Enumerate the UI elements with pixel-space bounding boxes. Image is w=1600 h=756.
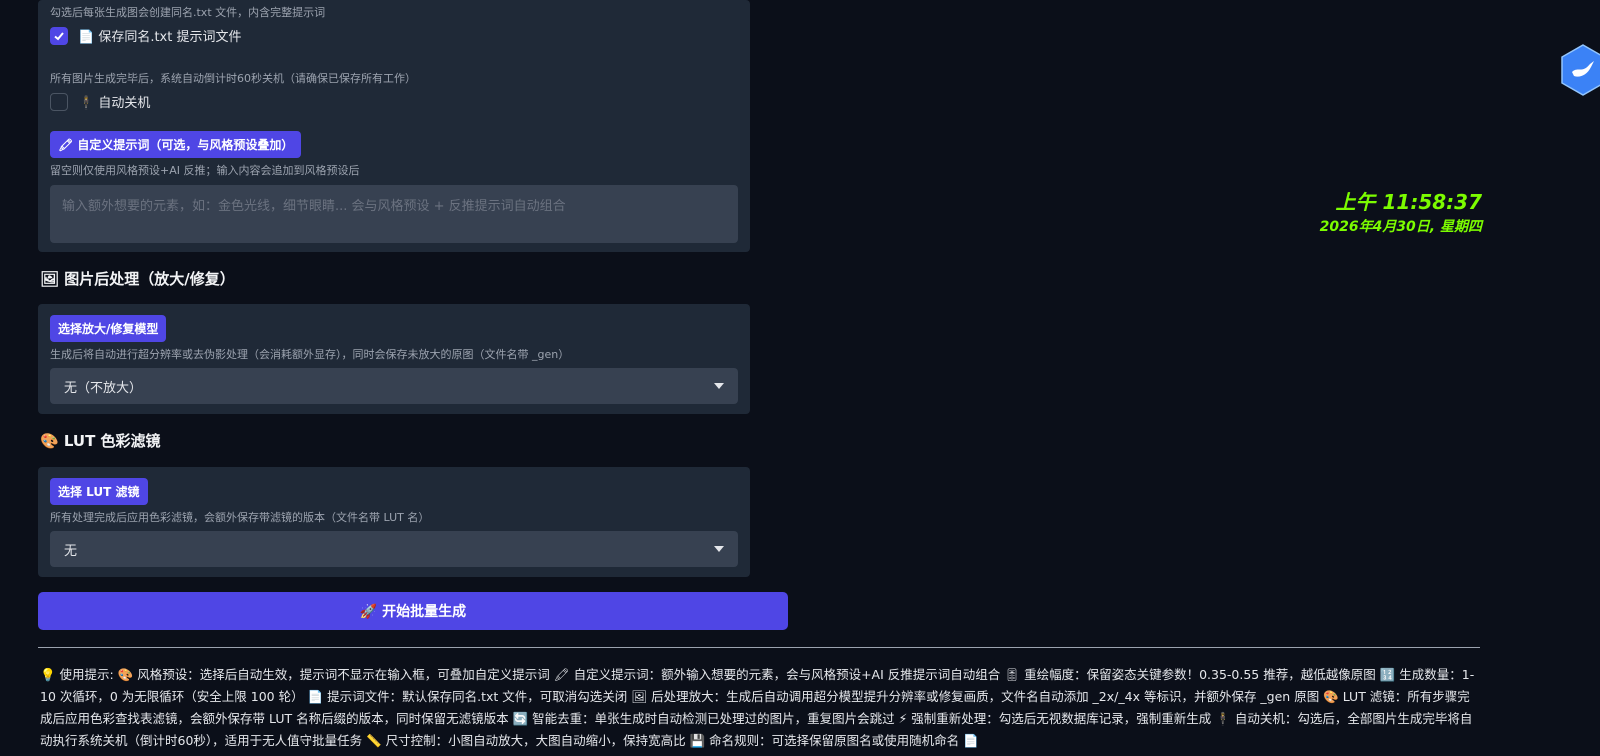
upscale-model-chip: 选择放大/修复模型 bbox=[50, 315, 167, 342]
lut-value: 无 bbox=[64, 543, 78, 559]
save-txt-option[interactable]: 📄 保存同名.txt 提示词文件 bbox=[50, 26, 241, 45]
check-icon bbox=[54, 31, 64, 40]
auto-shutdown-option[interactable]: 🕴 自动关机 bbox=[50, 92, 150, 111]
upscale-model-select[interactable]: 无（不放大） bbox=[50, 368, 738, 404]
txt-file-hint: 勾选后每张生成图会创建同名.txt 文件，内含完整提示词 bbox=[50, 6, 326, 19]
custom-prompt-placeholder: 输入额外想要的元素，如：金色光线，细节眼睛... 会与风格预设 + 反推提示词自… bbox=[62, 199, 566, 214]
custom-prompt-hint: 留空则仅使用风格预设+AI 反推；输入内容会追加到风格预设后 bbox=[50, 164, 360, 177]
bird-logo-icon[interactable] bbox=[1560, 44, 1600, 96]
hexagon-logo-shape bbox=[1561, 44, 1600, 96]
postprocess-panel: 选择放大/修复模型 生成后将自动进行超分辨率或去伪影处理（会消耗额外显存），同时… bbox=[38, 304, 750, 414]
auto-shutdown-checkbox[interactable] bbox=[50, 92, 68, 111]
custom-prompt-input[interactable]: 输入额外想要的元素，如：金色光线，细节眼睛... 会与风格预设 + 反推提示词自… bbox=[50, 185, 738, 243]
divider bbox=[38, 647, 1480, 648]
lut-title: 🎨 LUT 色彩滤镜 bbox=[40, 432, 161, 450]
auto-shutdown-label: 🕴 自动关机 bbox=[78, 96, 151, 111]
lut-hint: 所有处理完成后应用色彩滤镜，会额外保存带滤镜的版本（文件名带 LUT 名） bbox=[50, 511, 430, 524]
usage-tips: 💡 使用提示: 🎨 风格预设：选择后自动生效，提示词不显示在输入框，可叠加自定义… bbox=[40, 667, 1475, 748]
chevron-down-icon bbox=[714, 546, 724, 552]
options-panel: 勾选后每张生成图会创建同名.txt 文件，内含完整提示词 📄 保存同名.txt … bbox=[38, 0, 750, 252]
clock-time: 上午 11:58:37 bbox=[1335, 190, 1482, 214]
clock-widget: 上午 11:58:37 2026年4月30日, 星期四 bbox=[1320, 186, 1482, 236]
custom-prompt-chip: 🖍 自定义提示词（可选，与风格预设叠加） bbox=[50, 131, 302, 158]
postprocess-title: 🖼 图片后处理（放大/修复） bbox=[40, 270, 235, 288]
upscale-model-value: 无（不放大） bbox=[64, 380, 143, 396]
save-txt-label: 📄 保存同名.txt 提示词文件 bbox=[78, 30, 242, 45]
start-batch-label: 🚀 开始批量生成 bbox=[359, 604, 467, 620]
start-batch-button[interactable]: 🚀 开始批量生成 bbox=[38, 592, 788, 630]
chevron-down-icon bbox=[714, 383, 724, 389]
shutdown-hint: 所有图片生成完毕后，系统自动倒计时60秒关机（请确保已保存所有工作） bbox=[50, 72, 416, 85]
lut-select[interactable]: 无 bbox=[50, 531, 738, 567]
lut-chip: 选择 LUT 滤镜 bbox=[50, 478, 148, 505]
clock-date: 2026年4月30日, 星期四 bbox=[1319, 219, 1482, 235]
upscale-hint: 生成后将自动进行超分辨率或去伪影处理（会消耗额外显存），同时会保存未放大的原图（… bbox=[50, 348, 570, 361]
lut-panel: 选择 LUT 滤镜 所有处理完成后应用色彩滤镜，会额外保存带滤镜的版本（文件名带… bbox=[38, 467, 750, 577]
save-txt-checkbox[interactable] bbox=[50, 26, 68, 45]
